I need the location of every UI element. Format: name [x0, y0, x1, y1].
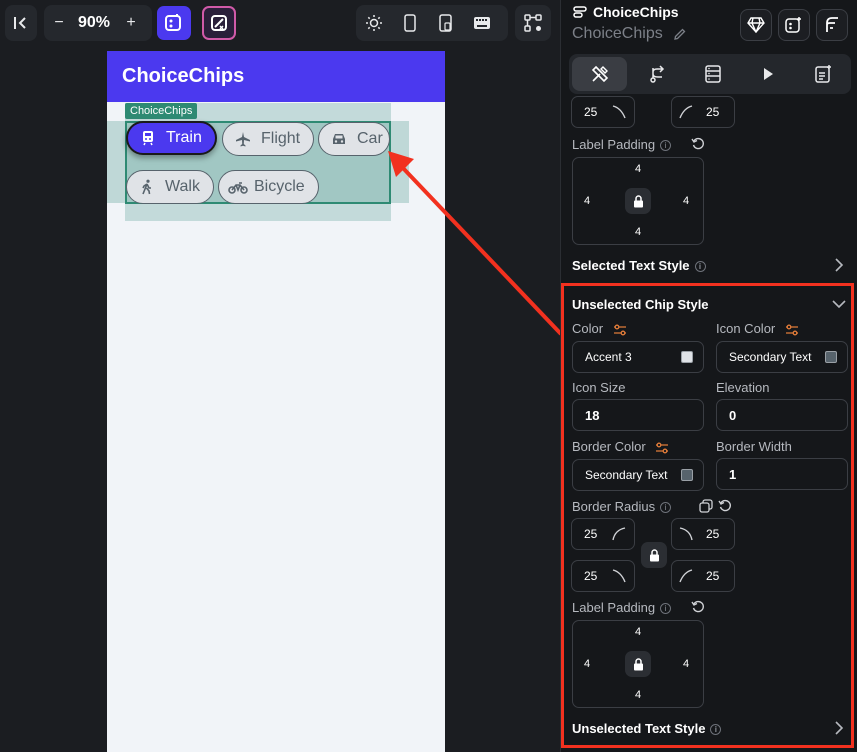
- widget-name-text: ChoiceChips: [572, 25, 663, 42]
- chip-train[interactable]: Train: [126, 121, 217, 155]
- padding-right-value[interactable]: 4: [683, 195, 689, 207]
- actions-flow-icon: [650, 65, 664, 83]
- diamond-icon: [747, 17, 765, 33]
- chip-walk[interactable]: Walk: [126, 170, 214, 204]
- lock-icon: [633, 194, 643, 207]
- chip-label: Car: [357, 130, 383, 147]
- car-icon: [333, 134, 345, 144]
- tab-backend-query[interactable]: [685, 54, 740, 94]
- chevron-right-icon[interactable]: [834, 258, 844, 272]
- widget-type-icon: [573, 5, 587, 22]
- collapse-left-icon: [5, 5, 37, 41]
- padding-bottom-value[interactable]: 4: [635, 226, 641, 238]
- motorcycle-icon: [228, 182, 248, 194]
- tab-animations[interactable]: [741, 54, 796, 94]
- corner-radius-icon: [679, 105, 693, 119]
- widget-name[interactable]: ChoiceChips: [572, 25, 687, 43]
- label-padding-label-selected: Label Padding i: [572, 137, 672, 152]
- add-widget-icon: [785, 17, 801, 33]
- tablet-icon: [439, 14, 452, 32]
- radius-bottom-left-field-selected[interactable]: 25: [571, 96, 635, 128]
- zoom-in-button[interactable]: +: [114, 5, 148, 41]
- widget-tag: ChoiceChips: [125, 103, 198, 119]
- chip-label: Train: [166, 129, 202, 146]
- info-icon[interactable]: i: [660, 140, 672, 152]
- tab-properties[interactable]: [572, 57, 628, 91]
- radius-value: 25: [706, 105, 720, 119]
- keyboard-button[interactable]: [464, 5, 500, 41]
- light-mode-button[interactable]: [356, 5, 392, 41]
- chip-flight[interactable]: Flight: [222, 122, 315, 156]
- chip-car[interactable]: Car: [318, 122, 390, 156]
- widget-type-label: ChoiceChips: [593, 4, 679, 20]
- chip-label: Flight: [261, 130, 301, 147]
- flutterflow-button[interactable]: [816, 9, 848, 41]
- zoom-out-button[interactable]: −: [44, 5, 74, 41]
- play-icon: [764, 68, 774, 80]
- chip-label: Bicycle: [254, 178, 305, 195]
- app-bar: ChoiceChips: [107, 51, 445, 102]
- database-icon: [705, 65, 721, 83]
- tab-documentation[interactable]: [796, 54, 851, 94]
- add-component-button[interactable]: [778, 9, 810, 41]
- app-bar-title: ChoiceChips: [122, 65, 245, 87]
- premium-button[interactable]: [740, 9, 772, 41]
- tree-graph-icon: [515, 5, 551, 41]
- tablet-view-button[interactable]: [428, 5, 464, 41]
- canvas-area: − 90% + ChoiceChips ChoiceChips Train Fl…: [0, 0, 563, 752]
- magic-wand-icon: [211, 15, 227, 31]
- collapse-panel-button[interactable]: [5, 5, 37, 41]
- chip-label: Walk: [165, 178, 200, 195]
- walking-person-icon: [142, 179, 151, 195]
- panel-tabs: [569, 54, 851, 94]
- zoom-control: − 90% +: [44, 5, 152, 41]
- train-icon: [143, 131, 153, 146]
- add-widget-button[interactable]: [157, 6, 191, 40]
- ai-tools-button[interactable]: [202, 6, 236, 40]
- chip-bicycle[interactable]: Bicycle: [218, 170, 319, 204]
- padding-top-value[interactable]: 4: [635, 163, 641, 175]
- padding-left-value[interactable]: 4: [584, 195, 590, 207]
- edit-pencil-icon[interactable]: [673, 27, 687, 41]
- add-widget-icon: [165, 14, 181, 31]
- radius-value: 25: [584, 105, 598, 119]
- add-note-icon: [815, 65, 832, 83]
- selected-text-style-row[interactable]: Selected Text Style i: [572, 258, 706, 273]
- info-icon[interactable]: i: [694, 261, 706, 273]
- widget-tree-button[interactable]: [515, 5, 551, 41]
- corner-radius-icon: [613, 105, 627, 119]
- annotation-highlight-box: [561, 283, 854, 748]
- phone-icon: [404, 14, 416, 32]
- tools-icon: [591, 65, 608, 83]
- sun-icon: [366, 15, 382, 31]
- device-toolbar: [356, 5, 508, 41]
- keyboard-icon: [474, 17, 490, 29]
- annotation-arrow: [388, 151, 563, 336]
- zoom-level: 90%: [77, 14, 111, 31]
- phone-view-button[interactable]: [392, 5, 428, 41]
- radius-bottom-right-field-selected[interactable]: 25: [671, 96, 735, 128]
- tab-actions[interactable]: [630, 54, 685, 94]
- flutterflow-logo-icon: [826, 17, 838, 32]
- label-padding-editor-selected: 4 4 4 4: [572, 157, 704, 245]
- padding-lock-button[interactable]: [625, 188, 651, 214]
- airplane-icon: [236, 132, 250, 147]
- reset-icon[interactable]: [691, 137, 705, 151]
